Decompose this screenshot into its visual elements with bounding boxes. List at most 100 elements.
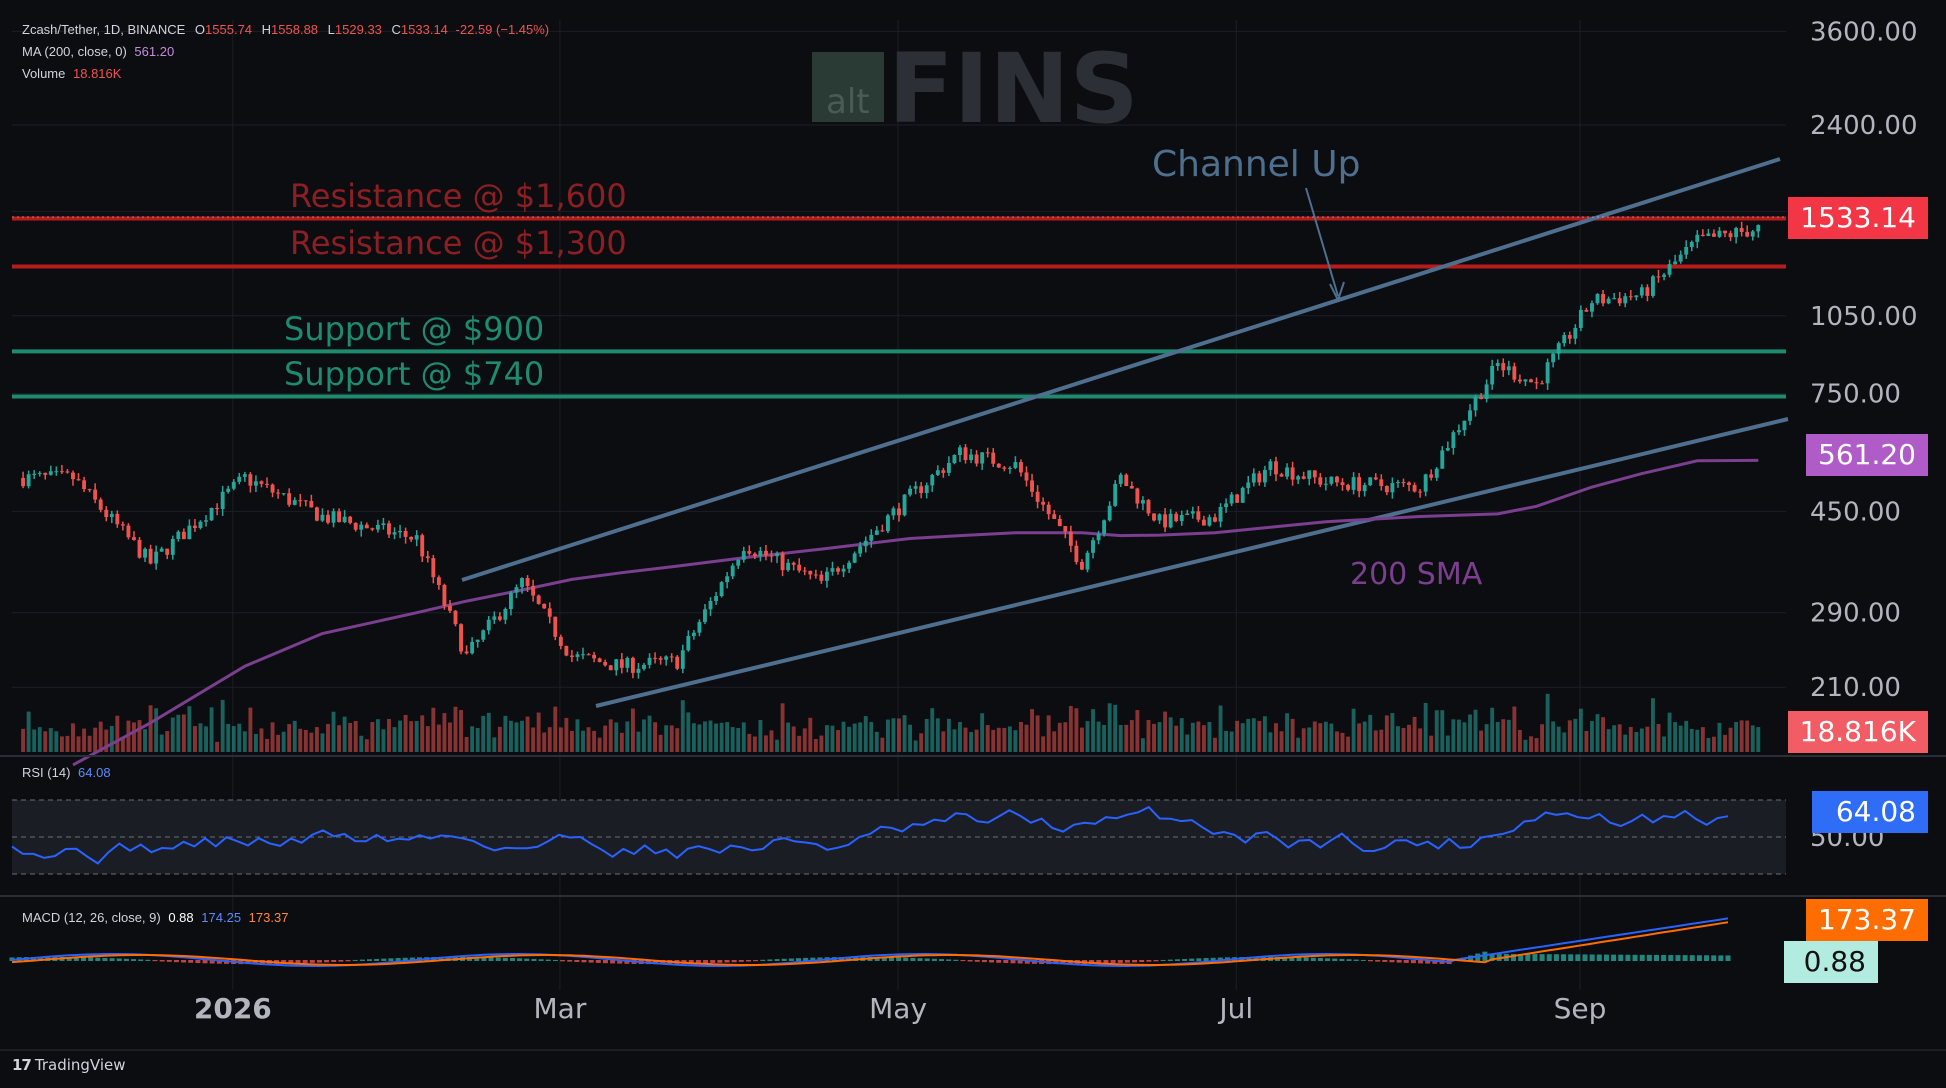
volume-bar bbox=[1290, 718, 1295, 752]
candle-body bbox=[1512, 366, 1517, 380]
volume-bar bbox=[54, 731, 59, 752]
candle-body bbox=[1662, 274, 1666, 277]
candle-body bbox=[980, 452, 985, 464]
volume-bar bbox=[752, 736, 757, 752]
candle-body bbox=[747, 551, 752, 554]
candle-body bbox=[769, 555, 774, 557]
volume-bar bbox=[1102, 724, 1107, 752]
tradingview-branding[interactable]: 17 TradingView bbox=[12, 1056, 126, 1074]
candle-body bbox=[1440, 450, 1445, 469]
volume-bar bbox=[1634, 731, 1639, 752]
volume-bar bbox=[1639, 728, 1644, 752]
candle-body bbox=[525, 578, 530, 586]
volume-bar bbox=[436, 724, 441, 752]
macd-hist-bar bbox=[1711, 955, 1717, 961]
candle-body bbox=[1407, 482, 1411, 486]
candle-body bbox=[1578, 309, 1583, 328]
volume-bar bbox=[1262, 716, 1267, 752]
candle-body bbox=[215, 507, 220, 509]
volume-bar bbox=[1041, 736, 1046, 752]
volume-bar bbox=[425, 726, 430, 752]
candle-body bbox=[1734, 228, 1739, 238]
volume-bar bbox=[1529, 736, 1533, 752]
volume-bar bbox=[708, 720, 713, 752]
volume-bar bbox=[691, 723, 696, 752]
candle-body bbox=[686, 635, 691, 651]
volume-bar bbox=[1656, 724, 1661, 752]
macd-hist-bar bbox=[1332, 958, 1338, 961]
volume-bar bbox=[1085, 721, 1090, 752]
macd-hist-bar bbox=[109, 958, 115, 961]
volume-bar bbox=[974, 729, 979, 752]
macd-hist-bar bbox=[910, 957, 916, 961]
candle-body bbox=[1213, 517, 1217, 522]
macd-hist-bar bbox=[745, 960, 751, 962]
macd-hist-bar bbox=[1532, 954, 1538, 961]
volume-bar bbox=[1096, 721, 1101, 752]
candle-body bbox=[1368, 477, 1373, 486]
volume-bar bbox=[143, 729, 147, 752]
macd-hist-bar bbox=[560, 960, 566, 962]
macd-hist-bar bbox=[724, 960, 730, 963]
candle-body bbox=[824, 571, 829, 581]
volume-bar bbox=[1395, 726, 1400, 752]
candle-body bbox=[481, 630, 486, 640]
chart-canvas[interactable]: alt FINS Resistance @ $1,600 Resistance … bbox=[0, 0, 1946, 1088]
macd-hist-bar bbox=[1596, 954, 1602, 961]
candle-body bbox=[326, 514, 330, 523]
macd-hist-bar bbox=[1153, 960, 1159, 962]
volume-bar bbox=[1340, 732, 1345, 752]
candle-body bbox=[381, 523, 386, 526]
macd-hist-bar bbox=[788, 958, 794, 961]
volume-bar bbox=[420, 715, 425, 752]
candle-body bbox=[37, 472, 42, 474]
volume-bar bbox=[1274, 723, 1278, 752]
volume-bar bbox=[1684, 720, 1689, 752]
candle-body bbox=[1362, 485, 1367, 492]
macd-hist-bar bbox=[703, 960, 709, 964]
macd-hist-bar bbox=[1575, 954, 1581, 961]
volume-bar bbox=[93, 727, 98, 752]
candle-body bbox=[1612, 298, 1617, 300]
candle-body bbox=[1285, 467, 1290, 477]
candle-body bbox=[248, 474, 253, 486]
candle-body bbox=[508, 592, 513, 610]
macd-hist-bar bbox=[138, 959, 144, 961]
candle-body bbox=[359, 524, 364, 530]
rsi-pane: 50.00 bbox=[11, 799, 1884, 875]
candle-body bbox=[1728, 233, 1733, 238]
volume-bar bbox=[1545, 693, 1550, 752]
macd-hist-bar bbox=[1704, 955, 1710, 961]
candle-body bbox=[1490, 365, 1495, 385]
volume-bar bbox=[43, 731, 48, 752]
volume-bar bbox=[314, 727, 319, 752]
volume-bar bbox=[348, 722, 353, 752]
volume-bar bbox=[813, 738, 818, 752]
macd-hist-bar bbox=[1010, 960, 1016, 964]
rsi-legend-label: RSI (14) bbox=[22, 765, 71, 780]
macd-hist-bar bbox=[302, 960, 308, 964]
macd-hist-bar bbox=[1525, 954, 1531, 961]
volume-bar bbox=[1357, 723, 1362, 752]
ohlc-low-key: L bbox=[327, 22, 335, 37]
candle-body bbox=[1595, 294, 1600, 304]
candle-body bbox=[1035, 491, 1040, 502]
volume-bar bbox=[1329, 723, 1334, 752]
candle-body bbox=[137, 539, 142, 558]
candle-body bbox=[1601, 294, 1605, 304]
price-axis: 3600.002400.001650.001050.00750.00450.00… bbox=[1810, 17, 1918, 703]
channel-arrow bbox=[1305, 187, 1339, 297]
candle-body bbox=[531, 585, 536, 596]
candle-body bbox=[1379, 479, 1384, 486]
volume-bar bbox=[808, 717, 813, 752]
macd-hist-bar bbox=[374, 958, 380, 961]
candle-body bbox=[1174, 513, 1179, 522]
volume-bar bbox=[198, 723, 203, 752]
price-tick-label: 1050.00 bbox=[1810, 302, 1918, 332]
candle-body bbox=[1628, 296, 1633, 298]
volume-bar bbox=[730, 727, 735, 752]
volume-bar bbox=[298, 728, 303, 752]
candle-body bbox=[597, 658, 602, 662]
channel-upper-line bbox=[461, 157, 1781, 582]
candle-body bbox=[564, 645, 569, 656]
